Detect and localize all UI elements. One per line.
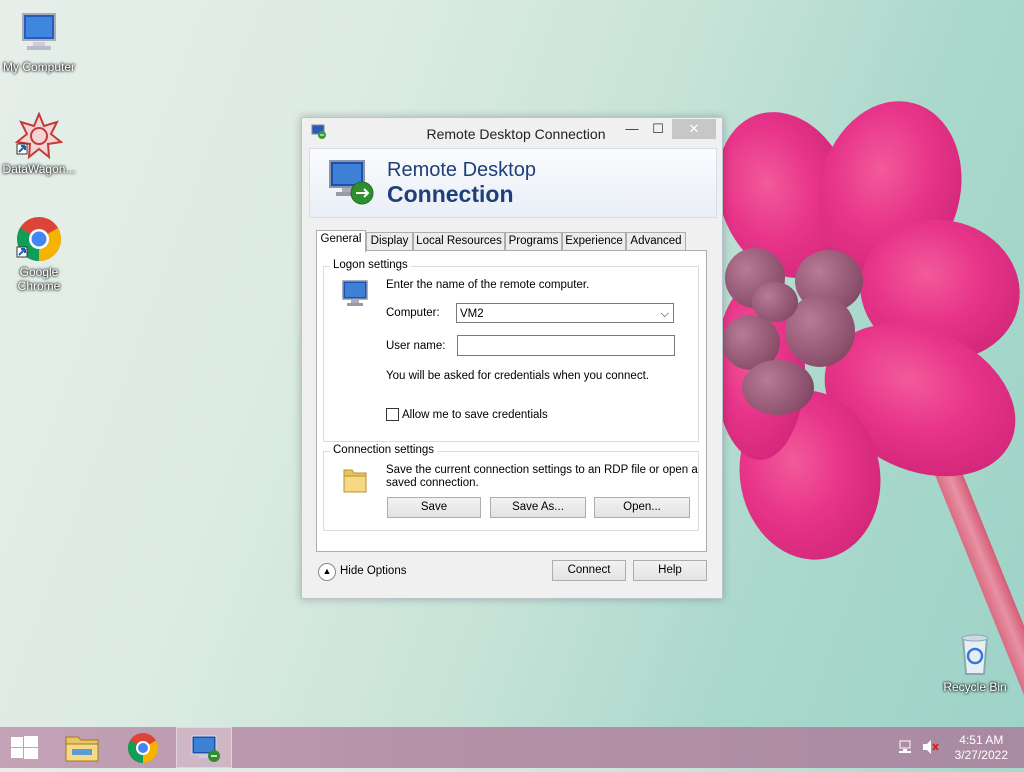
flower-stem bbox=[930, 455, 1024, 762]
maximize-button[interactable]: ☐ bbox=[644, 119, 672, 139]
taskbar-chrome[interactable] bbox=[115, 727, 171, 768]
folder-icon bbox=[340, 466, 372, 496]
recycle-bin-icon bbox=[951, 630, 999, 678]
taskbar-file-explorer[interactable] bbox=[54, 727, 110, 768]
computer-label: Computer: bbox=[386, 307, 440, 319]
computer-value: VM2 bbox=[460, 308, 484, 320]
rdp-icon bbox=[191, 735, 220, 762]
username-label: User name: bbox=[386, 340, 446, 352]
volume-muted-icon[interactable] bbox=[922, 739, 940, 755]
chevron-down-icon[interactable]: ⌵ bbox=[661, 304, 669, 324]
logon-instruction: Enter the name of the remote computer. bbox=[386, 279, 590, 291]
desktop-icon-datawagon[interactable]: DataWagon... bbox=[1, 111, 77, 176]
desktop-icon-label: Recycle Bin bbox=[943, 680, 1007, 694]
general-tab-panel: Logon settings Enter the name of the rem… bbox=[316, 250, 707, 552]
computer-icon bbox=[15, 10, 63, 58]
chrome-icon bbox=[127, 733, 159, 763]
save-button[interactable]: Save bbox=[387, 497, 481, 518]
minimize-button[interactable]: — bbox=[618, 119, 646, 139]
computer-icon bbox=[341, 279, 373, 309]
logon-settings-group: Logon settings Enter the name of the rem… bbox=[323, 259, 699, 442]
connection-settings-group: Connection settings Save the current con… bbox=[323, 444, 699, 531]
desktop-icon-label: My Computer bbox=[2, 60, 76, 74]
system-clock[interactable]: 4:51 AM 3/27/2022 bbox=[955, 733, 1008, 763]
tab-experience[interactable]: Experience bbox=[562, 232, 626, 250]
folder-icon bbox=[65, 736, 99, 762]
datawagon-icon bbox=[14, 111, 64, 160]
taskbar-remote-desktop[interactable] bbox=[176, 727, 232, 768]
help-button[interactable]: Help bbox=[633, 560, 707, 581]
save-as-button[interactable]: Save As... bbox=[490, 497, 586, 518]
chrome-icon bbox=[15, 215, 63, 263]
window-titlebar[interactable]: Remote Desktop Connection — ☐ ✕ bbox=[302, 118, 722, 148]
rdp-banner: Remote Desktop Connection bbox=[309, 148, 717, 218]
remote-desktop-window: Remote Desktop Connection — ☐ ✕ Remote D… bbox=[301, 117, 723, 599]
allow-save-credentials-checkbox[interactable] bbox=[386, 408, 399, 421]
hide-options-link[interactable]: Hide Options bbox=[340, 565, 406, 577]
clock-date: 3/27/2022 bbox=[954, 748, 1008, 762]
credentials-note: You will be asked for credentials when y… bbox=[386, 370, 649, 382]
computer-combobox[interactable]: VM2 ⌵ bbox=[456, 303, 674, 323]
connection-description-line2: saved connection. bbox=[386, 477, 479, 489]
banner-line1: Remote Desktop bbox=[387, 159, 536, 181]
desktop-icon-recycle-bin[interactable]: Recycle Bin bbox=[937, 630, 1013, 694]
allow-save-credentials-label[interactable]: Allow me to save credentials bbox=[402, 409, 548, 421]
tab-advanced[interactable]: Advanced bbox=[626, 232, 686, 250]
connection-description-line1: Save the current connection settings to … bbox=[386, 464, 698, 476]
network-icon[interactable] bbox=[898, 739, 914, 755]
tab-local-resources[interactable]: Local Resources bbox=[413, 232, 505, 250]
clock-time: 4:51 AM bbox=[959, 733, 1004, 747]
tab-display[interactable]: Display bbox=[366, 232, 413, 250]
desktop-icon-label: DataWagon... bbox=[2, 162, 76, 176]
rdp-logo-icon bbox=[326, 157, 376, 207]
close-button[interactable]: ✕ bbox=[672, 119, 716, 139]
tab-general[interactable]: General bbox=[316, 230, 366, 252]
banner-line2: Connection bbox=[387, 181, 514, 207]
windows-logo-icon bbox=[11, 736, 38, 759]
desktop-icon-my-computer[interactable]: My Computer bbox=[1, 10, 77, 74]
desktop-icon-google-chrome[interactable]: Google Chrome bbox=[1, 215, 77, 293]
tab-programs[interactable]: Programs bbox=[505, 232, 562, 250]
desktop-icon-label: Google Chrome bbox=[17, 265, 61, 293]
start-button[interactable] bbox=[0, 727, 56, 768]
username-input[interactable] bbox=[457, 335, 675, 356]
connection-settings-title: Connection settings bbox=[330, 444, 438, 456]
taskbar: 4:51 AM 3/27/2022 bbox=[0, 727, 1024, 768]
open-button[interactable]: Open... bbox=[594, 497, 690, 518]
logon-settings-title: Logon settings bbox=[330, 259, 411, 271]
connect-button[interactable]: Connect bbox=[552, 560, 626, 581]
collapse-arrow-icon[interactable]: ▲ bbox=[318, 563, 336, 581]
